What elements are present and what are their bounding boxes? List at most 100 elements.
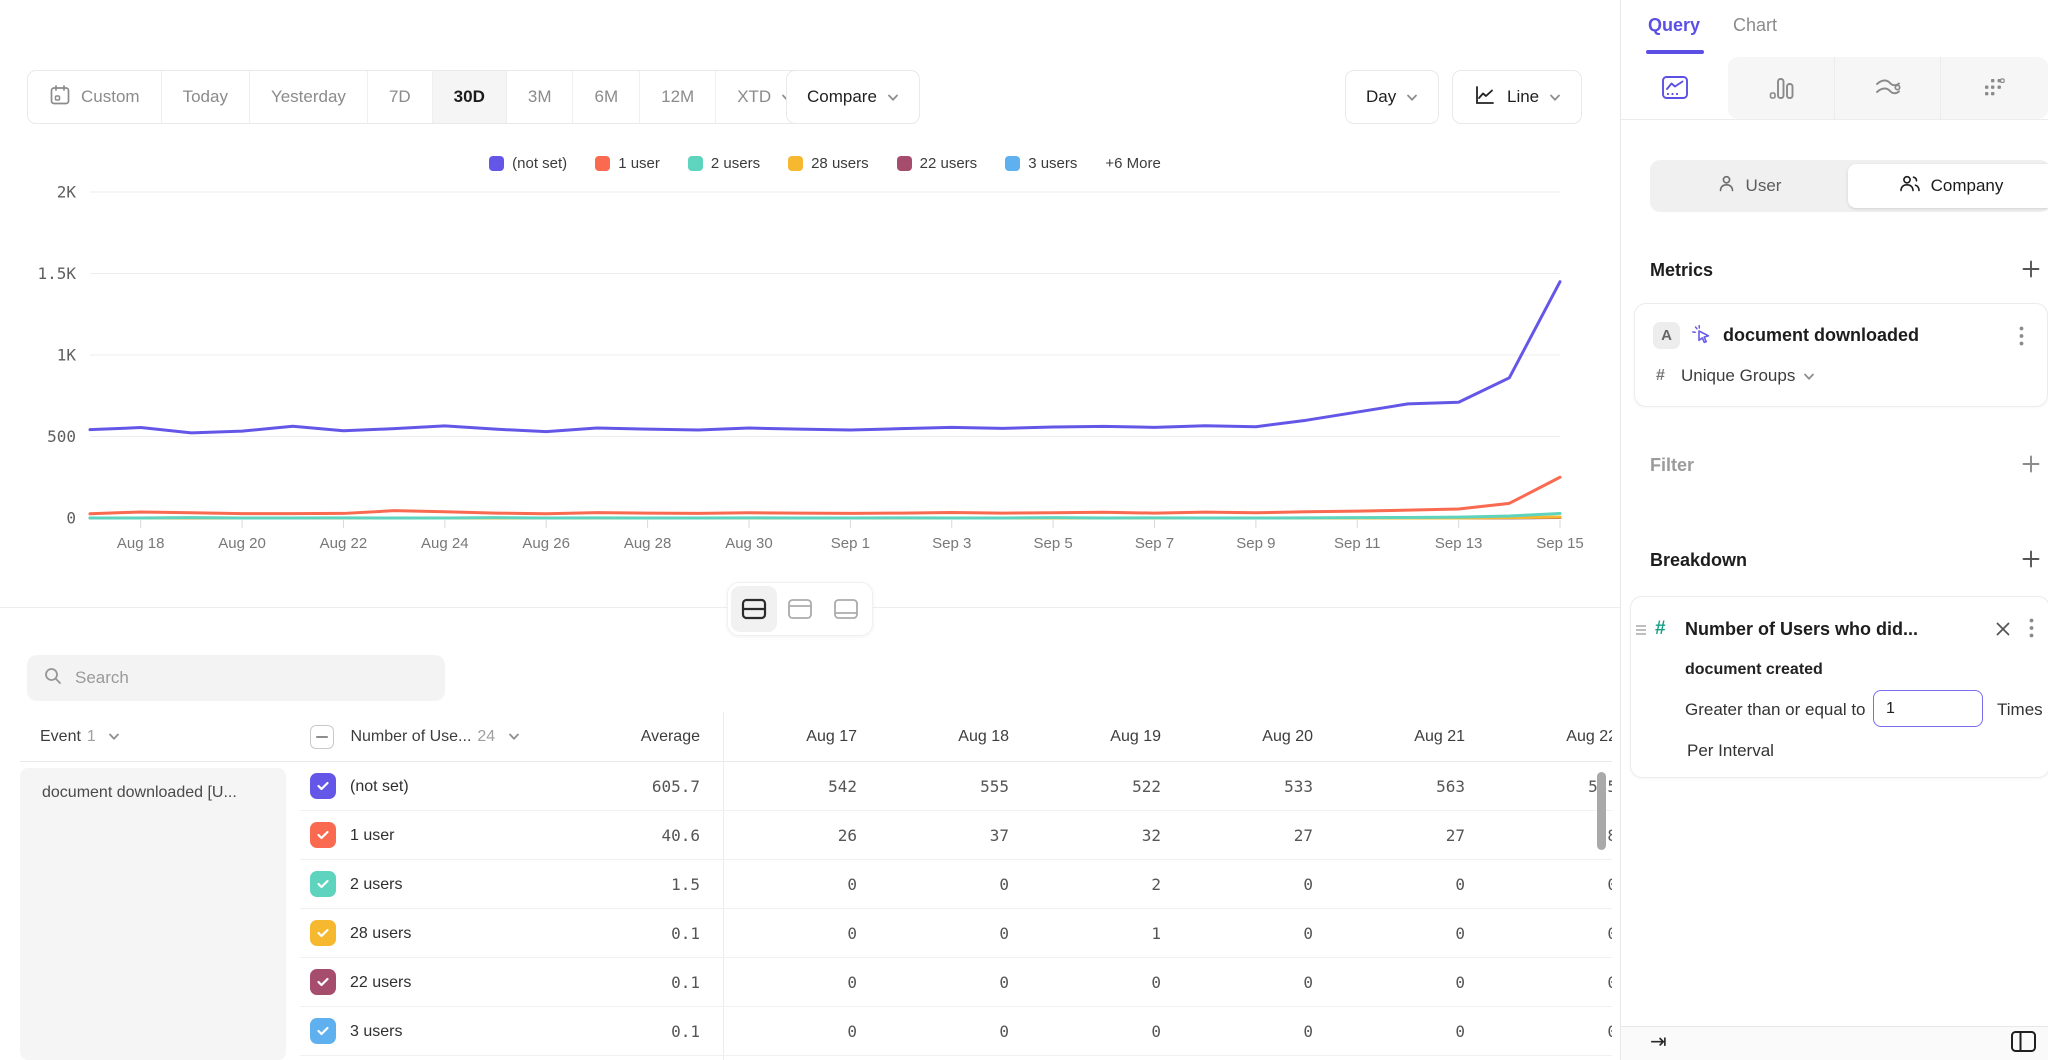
- table-header: Event1 Number of Use...24 Average Aug 17…: [0, 712, 1612, 762]
- interval-dropdown[interactable]: Day: [1345, 70, 1439, 124]
- metric-card[interactable]: A document downloaded # Unique Groups: [1634, 303, 2048, 407]
- aggregation-hash: #: [1656, 367, 1665, 385]
- select-all-checkbox[interactable]: [310, 725, 334, 749]
- table-row[interactable]: 3 users0.1000000: [0, 1007, 1612, 1056]
- drag-handle-icon[interactable]: [1635, 622, 1647, 640]
- average-value: 40.6: [560, 811, 700, 860]
- plus-icon: [2021, 259, 2041, 279]
- legend-swatch: [595, 156, 610, 171]
- breakdown-event-name[interactable]: document created: [1685, 661, 1823, 679]
- tab-query[interactable]: Query: [1648, 15, 1700, 36]
- data-value: 0: [1021, 958, 1161, 1007]
- charttype-bar-button[interactable]: [1728, 57, 1834, 119]
- chevron-down-icon: [887, 87, 899, 107]
- calendar-icon: [49, 84, 71, 111]
- active-tab-underline: [1646, 50, 1704, 54]
- metric-name[interactable]: document downloaded: [1723, 325, 1919, 346]
- data-value: 26: [717, 811, 857, 860]
- add-filter-button[interactable]: [2018, 451, 2044, 477]
- data-value: 0: [1325, 860, 1465, 909]
- charttype-grid-button[interactable]: [1940, 57, 2046, 119]
- range-7d[interactable]: 7D: [368, 71, 433, 123]
- row-label: 28 users: [350, 909, 411, 958]
- collapse-panel-icon[interactable]: ⇥: [1650, 1029, 1667, 1053]
- x-axis-label: Sep 3: [932, 535, 971, 552]
- aggregation-dropdown[interactable]: Unique Groups: [1681, 366, 1815, 386]
- row-label: (not set): [350, 762, 409, 811]
- range-3m[interactable]: 3M: [507, 71, 574, 123]
- add-metric-button[interactable]: [2018, 256, 2044, 282]
- data-value: 32: [1021, 811, 1161, 860]
- close-icon[interactable]: [1989, 615, 2017, 643]
- chevron-down-icon: [1406, 87, 1418, 107]
- row-checkbox[interactable]: [310, 969, 336, 995]
- charttype-line-button[interactable]: [1621, 57, 1728, 119]
- data-value: 0: [869, 909, 1009, 958]
- x-axis-label: Sep 15: [1536, 535, 1584, 552]
- group-column-header[interactable]: Number of Use...24: [310, 712, 520, 762]
- table-row[interactable]: 2 users1.5002000: [0, 860, 1612, 909]
- y-axis-label: 1K: [57, 346, 77, 365]
- sidebar-toggle-icon[interactable]: [2010, 1030, 2037, 1058]
- layout-chart-only-button[interactable]: [777, 586, 823, 632]
- x-axis-label: Aug 24: [421, 535, 469, 552]
- breakdown-value-input[interactable]: [1873, 690, 1983, 727]
- event-column-header[interactable]: Event1: [40, 712, 120, 762]
- range-today[interactable]: Today: [162, 71, 250, 123]
- add-breakdown-button[interactable]: [2018, 546, 2044, 572]
- bottom-panel-icon: [833, 598, 859, 620]
- range-custom[interactable]: Custom: [28, 71, 162, 123]
- metric-kebab-icon[interactable]: [2019, 326, 2024, 351]
- table-row[interactable]: 1 user40.6263732272728: [0, 811, 1612, 860]
- table-row[interactable]: 28 users0.1001000: [0, 909, 1612, 958]
- data-value: 0: [1477, 958, 1612, 1007]
- entity-toggle: User Company: [1650, 160, 2048, 212]
- data-value: 0: [1325, 1007, 1465, 1056]
- average-value: 0.1: [560, 958, 700, 1007]
- date-column-header: Aug 21: [1325, 712, 1465, 762]
- breakdown-condition-label[interactable]: Greater than or equal to: [1685, 700, 1866, 720]
- entity-option-company[interactable]: Company: [1848, 164, 2048, 208]
- row-checkbox[interactable]: [310, 871, 336, 897]
- chevron-down-icon: [1803, 366, 1815, 386]
- legend-swatch: [489, 156, 504, 171]
- entity-option-user[interactable]: User: [1650, 160, 1848, 212]
- data-value: 533: [1173, 762, 1313, 811]
- row-checkbox[interactable]: [310, 773, 336, 799]
- layout-split-button[interactable]: [731, 586, 777, 632]
- layout-toggle: [727, 582, 873, 636]
- range-yesterday[interactable]: Yesterday: [250, 71, 368, 123]
- row-checkbox[interactable]: [310, 822, 336, 848]
- data-value: 0: [717, 958, 857, 1007]
- compare-label: Compare: [807, 87, 877, 107]
- range-30d[interactable]: 30D: [433, 71, 507, 123]
- breakdown-per-interval-label[interactable]: Per Interval: [1687, 741, 1774, 761]
- layout-table-only-button[interactable]: [823, 586, 869, 632]
- line-chart-type-icon: [1661, 75, 1689, 101]
- panel-divider: [1620, 0, 1621, 1060]
- bar-chart-type-icon: [1768, 76, 1795, 101]
- search-box[interactable]: [27, 655, 445, 701]
- breakdown-card[interactable]: # Number of Users who did... document cr…: [1630, 596, 2048, 778]
- row-checkbox[interactable]: [310, 1018, 336, 1044]
- data-value: 0: [869, 1007, 1009, 1056]
- row-checkbox[interactable]: [310, 920, 336, 946]
- data-value: 563: [1325, 762, 1465, 811]
- chart-type-dropdown[interactable]: Line: [1452, 70, 1582, 124]
- range-12m[interactable]: 12M: [640, 71, 716, 123]
- breakdown-kebab-icon[interactable]: [2029, 618, 2034, 643]
- x-axis-label: Aug 26: [522, 535, 570, 552]
- charttype-row-border: [1621, 119, 2048, 120]
- charttype-flow-button[interactable]: [1834, 57, 1940, 119]
- table-row[interactable]: 22 users0.1000000: [0, 958, 1612, 1007]
- range-6m[interactable]: 6M: [573, 71, 640, 123]
- date-column-header: Aug 22: [1477, 712, 1612, 762]
- table-scrollbar[interactable]: [1597, 772, 1606, 850]
- tab-chart[interactable]: Chart: [1733, 15, 1777, 36]
- table-row[interactable]: (not set)605.7542555522533563535: [0, 762, 1612, 811]
- search-input[interactable]: [75, 668, 395, 688]
- compare-button[interactable]: Compare: [786, 70, 920, 124]
- company-icon: [1899, 174, 1921, 198]
- data-value: 1: [1021, 909, 1161, 958]
- row-label: 1 user: [350, 811, 394, 860]
